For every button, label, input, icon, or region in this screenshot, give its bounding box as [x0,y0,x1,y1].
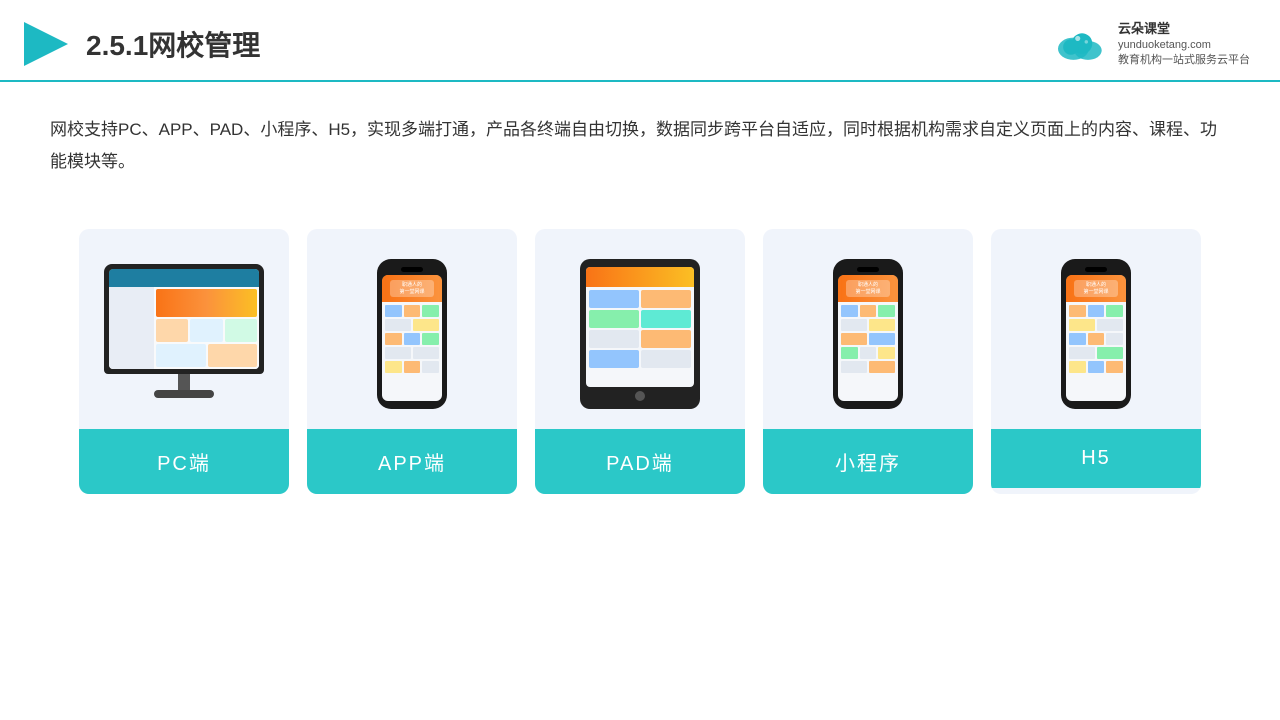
play-icon [20,18,72,70]
card-mini: 职通人的第一堂网课 [763,229,973,494]
description-text: 网校支持PC、APP、PAD、小程序、H5，实现多端打通，产品各终端自由切换，数… [0,82,1280,179]
tablet-mockup [580,259,700,409]
card-pad-label: PAD端 [535,429,745,494]
card-app: 职通人的第一堂网课 [307,229,517,494]
card-app-label: APP端 [307,429,517,494]
card-h5-img: 职通人的第一堂网课 [991,229,1201,429]
card-mini-label: 小程序 [763,429,973,494]
phone-mockup-mini: 职通人的第一堂网课 [833,259,903,409]
header: 2.5.1网校管理 云朵课堂 yunduoketang.com 教育机构一站式服… [0,0,1280,82]
logo-text-block: 云朵课堂 yunduoketang.com 教育机构一站式服务云平台 [1118,20,1250,69]
monitor-mockup [99,264,269,404]
logo-tagline: 教育机构一站式服务云平台 [1118,53,1250,68]
cloud-logo-icon [1052,24,1112,64]
page-title: 2.5.1网校管理 [86,24,260,64]
card-pc: PC端 [79,229,289,494]
card-pad-img [535,229,745,429]
phone-mockup-app: 职通人的第一堂网课 [377,259,447,409]
card-pc-label: PC端 [79,429,289,494]
card-mini-img: 职通人的第一堂网课 [763,229,973,429]
header-left: 2.5.1网校管理 [20,18,260,70]
cards-section: PC端 职通人的第一堂网课 [0,189,1280,524]
logo-site: yunduoketang.com [1118,38,1250,53]
logo-name: 云朵课堂 [1118,20,1250,38]
logo-area: 云朵课堂 yunduoketang.com 教育机构一站式服务云平台 [1052,20,1250,69]
card-app-img: 职通人的第一堂网课 [307,229,517,429]
card-h5-label: H5 [991,429,1201,488]
card-pad: PAD端 [535,229,745,494]
card-h5: 职通人的第一堂网课 [991,229,1201,494]
card-pc-img [79,229,289,429]
phone-mockup-h5: 职通人的第一堂网课 [1061,259,1131,409]
